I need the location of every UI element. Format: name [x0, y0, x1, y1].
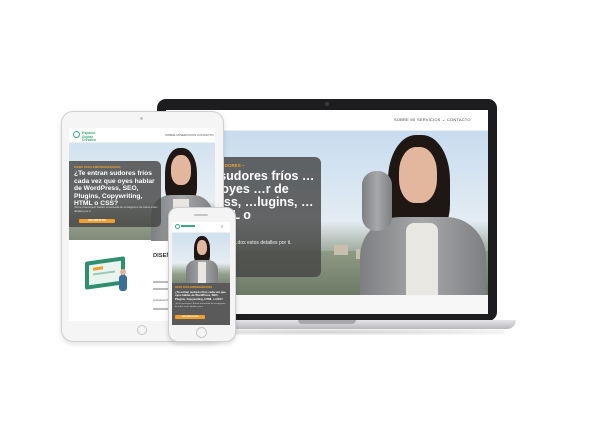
site-logo[interactable]: Espacio Digital Creativo [82, 131, 104, 143]
nav-contact[interactable]: CONTACTO [447, 117, 471, 122]
logo-icon[interactable] [175, 224, 180, 229]
phone-site-nav: ≡ [172, 222, 230, 233]
person-photo [184, 233, 220, 284]
logo-icon[interactable] [73, 131, 80, 138]
tablet-camera [140, 117, 143, 120]
web-design-illustration [79, 253, 135, 299]
site-logo[interactable] [181, 225, 195, 227]
services-button[interactable]: VER SERVICIOS [175, 315, 205, 319]
hero-overlay-box: WEBS PARA EMPRENDEDORES ¿Te entran sudor… [69, 161, 161, 227]
menu-icon[interactable]: ≡ [221, 225, 223, 229]
hero-headline: ¿Te entran sudores fríos cada vez que oy… [175, 290, 226, 301]
hero-overlay-box: WEBS PARA EMPRENDEDORES ¿Te entran sudor… [172, 283, 230, 325]
laptop-notch [298, 320, 356, 324]
phone-speaker [194, 214, 208, 216]
nav-contact[interactable]: CONTACTO [197, 133, 214, 137]
laptop-camera [325, 102, 329, 106]
hero-body: ¡No te preocupes! Estaré encantada de en… [175, 303, 226, 308]
hero-tag: WEBS PARA EMPRENDEDORES [175, 286, 213, 289]
nav-services[interactable]: SERVICIOS [180, 133, 196, 137]
hero-body: ¡No te preocupes! Estaré encantada de en… [74, 205, 158, 213]
nav-about[interactable]: SOBRE MÍ [165, 133, 180, 137]
hero-headline: ¿Te entran sudores fríos cada vez que oy… [74, 170, 155, 207]
services-button[interactable]: VER SERVICIOS [79, 219, 115, 223]
tablet-site-nav: Espacio Digital Creativo SOBRE MÍ SERVIC… [69, 128, 215, 143]
hero-tag: WEBS PARA EMPRENDEDORES [74, 165, 121, 169]
nav-about[interactable]: SOBRE MÍ [394, 117, 415, 122]
phone-hero [172, 233, 230, 284]
house-image [334, 245, 348, 255]
person-photo [352, 131, 488, 297]
phone-home-button[interactable] [196, 327, 207, 338]
nav-services[interactable]: SERVICIOS ⌄ [417, 117, 445, 122]
tablet-home-button[interactable] [137, 325, 147, 335]
phone-screen: ≡ WEBS PARA EMPRENDEDORES ¿Te entran sud… [172, 222, 230, 325]
